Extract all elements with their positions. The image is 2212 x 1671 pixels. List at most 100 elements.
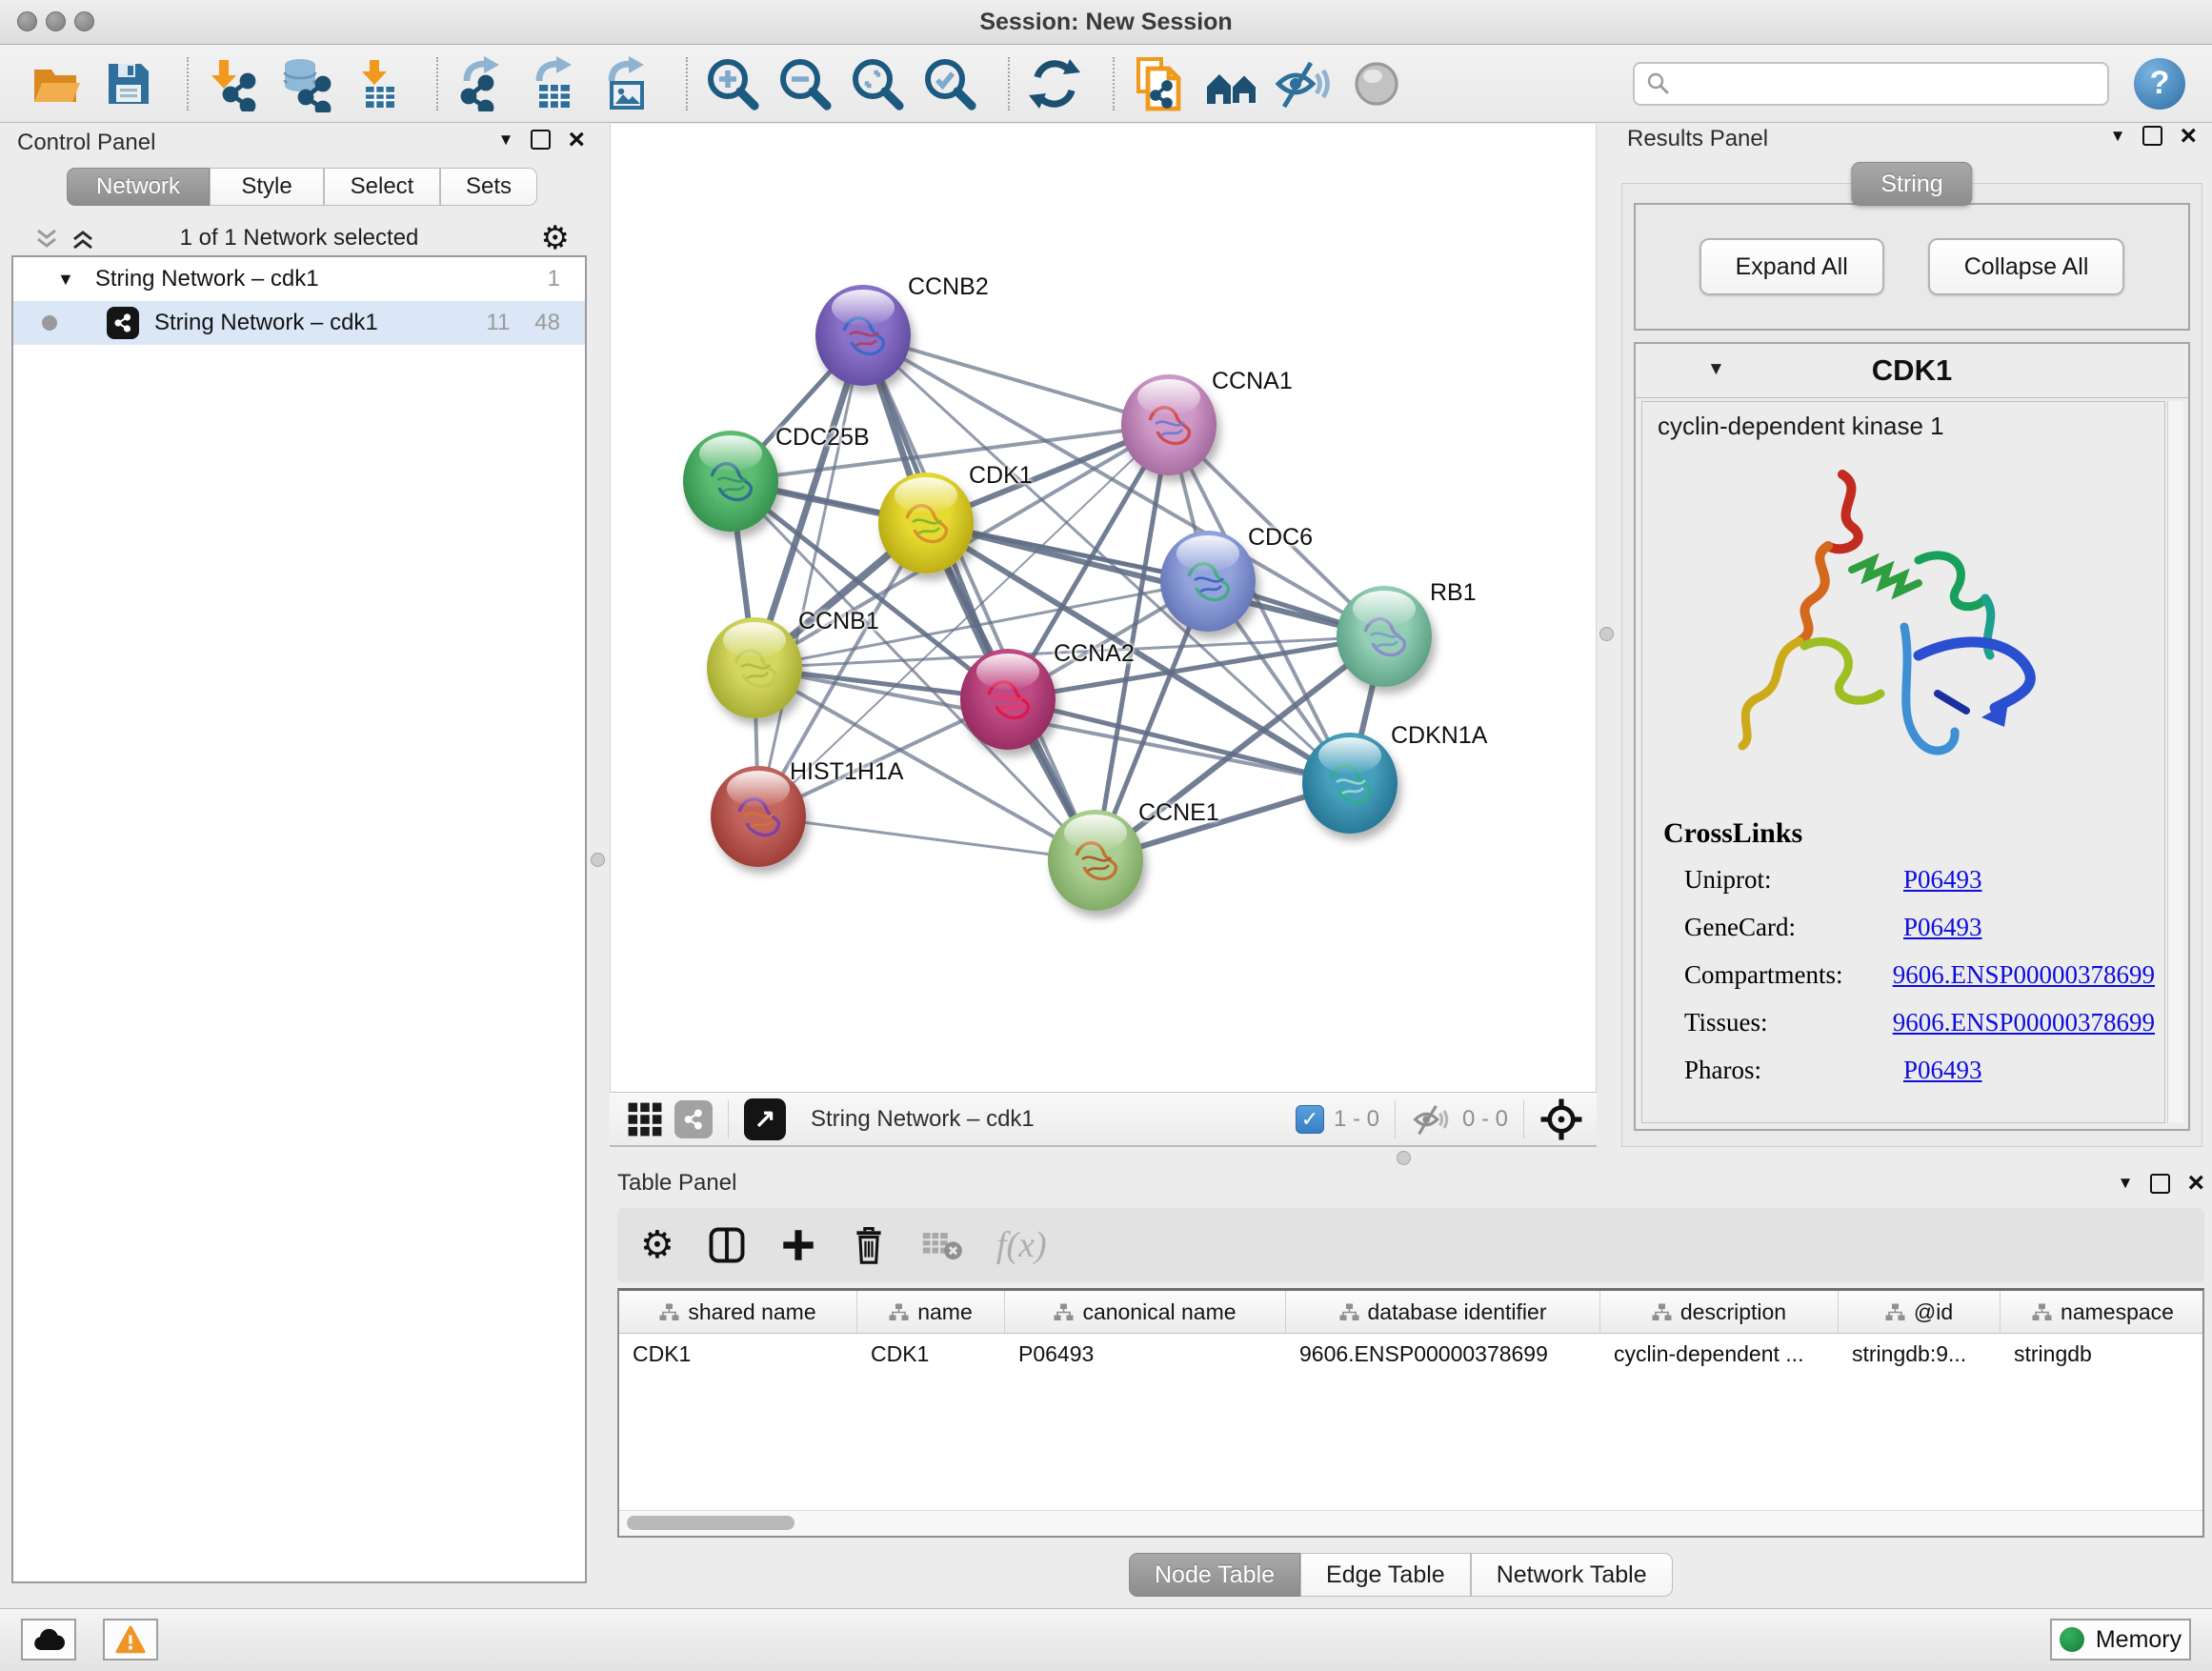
import-table-button[interactable]	[349, 54, 408, 113]
crosslink-link[interactable]: 9606.ENSP00000378699	[1893, 960, 2155, 1008]
close-panel-icon[interactable]: ×	[568, 131, 585, 150]
expand-all-networks-icon[interactable]	[70, 229, 95, 250]
collapse-all-networks-icon[interactable]	[34, 229, 59, 250]
network-node-RB1[interactable]	[1337, 586, 1432, 687]
memory-button[interactable]: Memory	[2050, 1619, 2191, 1661]
table-cell[interactable]: CDK1	[619, 1334, 857, 1374]
zoom-fit-button[interactable]	[848, 54, 907, 113]
string-import-button[interactable]	[1130, 54, 1189, 113]
tree-expand-icon[interactable]: ▼	[57, 270, 74, 290]
table-cell[interactable]: cyclin-dependent ...	[1600, 1334, 1839, 1374]
scrollbar-thumb[interactable]	[627, 1516, 794, 1530]
network-edge[interactable]	[926, 523, 1384, 636]
results-scrollbar[interactable]	[2167, 401, 2183, 1123]
crosslink-link[interactable]: 9606.ENSP00000378699	[1893, 1008, 2155, 1056]
network-node-CDC6[interactable]	[1160, 531, 1256, 632]
column-header--id[interactable]: @id	[1839, 1291, 2001, 1333]
zoom-selected-icon	[922, 56, 977, 111]
table-cell[interactable]: stringdb	[2001, 1334, 2204, 1374]
network-node-CCNB1[interactable]	[707, 617, 802, 718]
float-panel-icon[interactable]	[2142, 126, 2162, 146]
table-cell[interactable]: 9606.ENSP00000378699	[1286, 1334, 1600, 1374]
left-splitter-handle[interactable]	[591, 853, 605, 867]
export-table-button[interactable]	[526, 54, 585, 113]
section-collapse-icon[interactable]: ▼	[1707, 359, 1725, 380]
panel-menu-icon[interactable]: ▼	[498, 131, 514, 150]
view-grid-button[interactable]	[623, 1097, 667, 1141]
add-column-icon[interactable]	[779, 1226, 817, 1264]
import-network-button[interactable]	[204, 54, 263, 113]
tab-node-table[interactable]: Node Table	[1129, 1553, 1300, 1597]
network-node-CCNA2[interactable]	[960, 649, 1056, 750]
table-cell[interactable]: CDK1	[857, 1334, 1005, 1374]
panel-menu-icon[interactable]: ▼	[2118, 1174, 2134, 1193]
table-cell[interactable]: P06493	[1005, 1334, 1286, 1374]
zoom-selected-button[interactable]	[920, 54, 979, 113]
show-glass-button[interactable]	[1347, 54, 1406, 113]
crosslink-link[interactable]: P06493	[1903, 865, 1982, 913]
column-header-namespace[interactable]: namespace	[2001, 1291, 2204, 1333]
panel-menu-icon[interactable]: ▼	[2110, 127, 2126, 146]
tab-style[interactable]: Style	[210, 168, 324, 206]
export-network-button[interactable]	[453, 54, 513, 113]
network-collection-row[interactable]: ▼ String Network – cdk1 1	[13, 257, 585, 301]
protein-thumbnail	[1121, 374, 1217, 475]
network-node-CCNB2[interactable]	[815, 285, 911, 386]
control-panel-title: Control Panel	[17, 130, 155, 156]
export-image-button[interactable]	[598, 54, 657, 113]
tab-select[interactable]: Select	[324, 168, 440, 206]
save-session-button[interactable]	[99, 54, 158, 113]
column-header-database-identifier[interactable]: database identifier	[1286, 1291, 1600, 1333]
network-options-gear-icon[interactable]: ⚙	[541, 219, 570, 257]
column-header-canonical-name[interactable]: canonical name	[1005, 1291, 1286, 1333]
zoom-out-button[interactable]	[775, 54, 835, 113]
tab-sets[interactable]: Sets	[440, 168, 537, 206]
network-node-CCNE1[interactable]	[1048, 810, 1143, 911]
collapse-all-button[interactable]: Collapse All	[1928, 238, 2125, 295]
network-node-CDC25B[interactable]	[683, 431, 778, 532]
selected-items-checkbox[interactable]: ✓	[1296, 1105, 1324, 1134]
network-node-CDK1[interactable]	[878, 473, 974, 574]
network-type-button[interactable]	[674, 1100, 713, 1138]
network-edge[interactable]	[758, 816, 1096, 860]
network-node-CCNA1[interactable]	[1121, 374, 1217, 475]
right-splitter-handle[interactable]	[1599, 627, 1614, 641]
close-panel-icon[interactable]: ×	[2180, 127, 2197, 146]
hidden-items-icon[interactable]	[1411, 1102, 1453, 1137]
tab-string[interactable]: String	[1851, 162, 1972, 206]
warnings-button[interactable]	[103, 1619, 158, 1661]
zoom-in-button[interactable]	[703, 54, 762, 113]
open-session-button[interactable]	[27, 54, 86, 113]
expand-all-button[interactable]: Expand All	[1699, 238, 1884, 295]
crosslink-link[interactable]: P06493	[1903, 1056, 1982, 1103]
column-header-description[interactable]: description	[1600, 1291, 1839, 1333]
crosslink-link[interactable]: P06493	[1903, 913, 1982, 960]
tab-network-table[interactable]: Network Table	[1471, 1553, 1673, 1597]
column-header-shared-name[interactable]: shared name	[619, 1291, 857, 1333]
search-input[interactable]	[1633, 62, 2109, 106]
apply-layout-button[interactable]	[1025, 54, 1084, 113]
float-panel-icon[interactable]	[531, 130, 551, 150]
close-panel-icon[interactable]: ×	[2187, 1174, 2204, 1193]
tab-edge-table[interactable]: Edge Table	[1300, 1553, 1471, 1597]
delete-column-trash-icon[interactable]	[850, 1225, 888, 1265]
node-label-CCNE1: CCNE1	[1138, 801, 1219, 825]
help-button[interactable]: ?	[2134, 58, 2185, 110]
horizontal-splitter-handle[interactable]	[1397, 1151, 1411, 1165]
network-row[interactable]: String Network – cdk1 11 48	[13, 301, 585, 345]
hide-glass-button[interactable]	[1275, 54, 1334, 113]
cloud-status-button[interactable]	[21, 1619, 76, 1661]
string-home-button[interactable]	[1202, 54, 1261, 113]
network-node-CDKN1A[interactable]	[1302, 733, 1398, 834]
network-canvas[interactable]: CCNB2 CCNA1 CDC25B CDK1 CDC6 RB1 CCNB1	[610, 124, 1597, 1092]
birdseye-crosshair-icon[interactable]	[1539, 1097, 1583, 1141]
detach-view-button[interactable]: ↗	[744, 1098, 786, 1140]
table-settings-gear-icon[interactable]: ⚙	[640, 1223, 674, 1267]
table-cell[interactable]: stringdb:9...	[1839, 1334, 2001, 1374]
show-columns-icon[interactable]	[707, 1225, 747, 1265]
float-panel-icon[interactable]	[2150, 1174, 2170, 1194]
table-row[interactable]: CDK1CDK1P064939606.ENSP00000378699cyclin…	[619, 1334, 2202, 1374]
import-network-from-database-button[interactable]	[276, 54, 335, 113]
column-header-name[interactable]: name	[857, 1291, 1005, 1333]
tab-network[interactable]: Network	[67, 168, 210, 206]
